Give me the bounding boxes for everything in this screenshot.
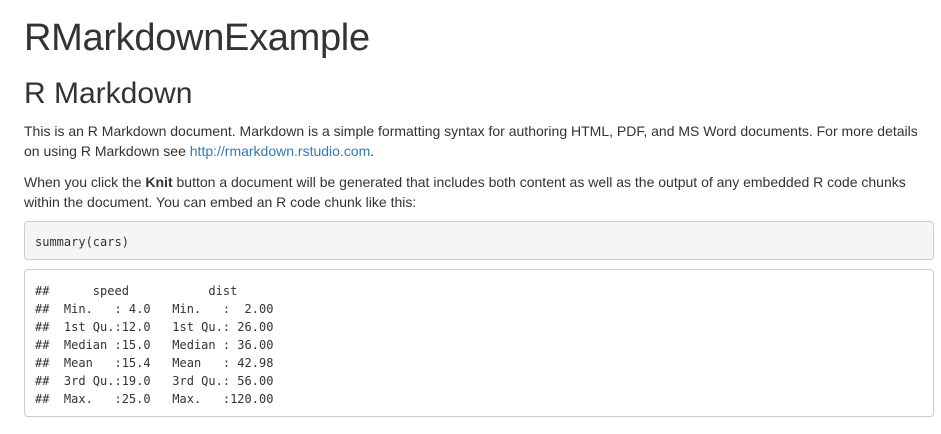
- document-title: RMarkdownExample: [24, 17, 370, 59]
- output-line: ## Mean :15.4 Mean : 42.98: [35, 356, 288, 370]
- knit-paragraph-start: When you click the: [24, 174, 146, 190]
- intro-paragraph-end: .: [370, 143, 375, 159]
- rmarkdown-link[interactable]: http://rmarkdown.rstudio.com: [190, 143, 371, 159]
- code-chunk[interactable]: summary(cars): [24, 221, 934, 260]
- output-line: ## speed dist: [35, 284, 288, 298]
- output-line: ## Max. :25.0 Max. :120.00: [35, 392, 288, 406]
- intro-paragraph-text: This is an R Markdown document. Markdown…: [24, 123, 918, 159]
- section-heading: R Markdown: [24, 77, 193, 110]
- output-line: ## 3rd Qu.:19.0 3rd Qu.: 56.00: [35, 374, 288, 388]
- output-line: ## Min. : 4.0 Min. : 2.00: [35, 302, 288, 316]
- knit-paragraph: When you click the Knit button a documen…: [24, 172, 934, 212]
- output-line: ## 1st Qu.:12.0 1st Qu.: 26.00: [35, 320, 288, 334]
- intro-paragraph: This is an R Markdown document. Markdown…: [24, 121, 934, 161]
- knit-bold-text: Knit: [145, 174, 173, 190]
- code-chunk-text: summary(cars): [35, 235, 129, 249]
- output-line: ## Median :15.0 Median : 36.00: [35, 338, 288, 352]
- code-output[interactable]: ## speed dist ## Min. : 4.0 Min. : 2.00 …: [24, 269, 934, 417]
